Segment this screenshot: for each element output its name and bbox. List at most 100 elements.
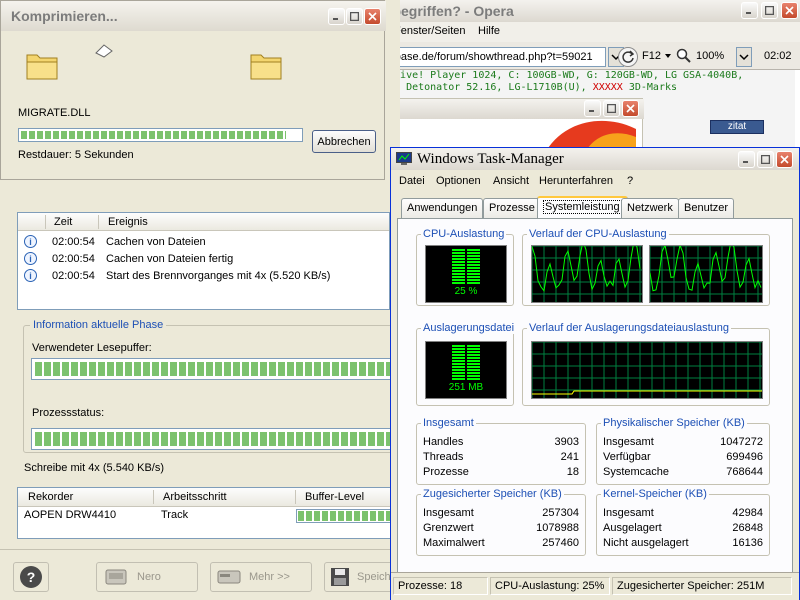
totals-frame: Insgesamt Handles 3903 Threads 241 Prozess… (416, 417, 586, 485)
nero-button[interactable]: Nero (96, 562, 198, 592)
maximize-icon (350, 12, 359, 21)
tm-close-button[interactable] (776, 151, 793, 168)
menu-herunterfahren[interactable]: Herunterfahren (539, 175, 613, 187)
task-manager-title-bar: Windows Task-Manager (391, 148, 799, 170)
reload-button[interactable] (618, 47, 638, 67)
dialog-close-button[interactable] (364, 8, 381, 25)
address-field[interactable]: erbase.de/forum/showthread.php?t=59021 (380, 47, 606, 67)
meter-segment (452, 369, 465, 371)
search-engine-label[interactable]: F12 (642, 50, 661, 62)
dialog-maximize-button[interactable] (346, 8, 363, 25)
col-step[interactable]: Arbeitsschritt (163, 491, 227, 503)
cpu-history-graph-0 (531, 239, 643, 303)
cpu-usage-frame: CPU-Auslastung 25 % (416, 228, 514, 306)
clock: 02:02 (764, 50, 792, 62)
col-buffer[interactable]: Buffer-Level (305, 491, 364, 503)
zoom-level[interactable]: 100% (696, 50, 724, 62)
target-folder-icon (250, 54, 282, 80)
tab-prozesse[interactable]: Prozesse (483, 198, 541, 218)
tm-minimize-button[interactable] (738, 151, 755, 168)
cpu-history-line (649, 239, 762, 292)
dialog-minimize-button[interactable] (328, 8, 345, 25)
tab-systemleistung[interactable]: Systemleistung (537, 196, 628, 219)
nero-app-icon (105, 569, 127, 585)
tab-benutzer[interactable]: Benutzer (678, 198, 735, 218)
save-button-label: Speich (357, 571, 391, 583)
minimize-icon (746, 12, 751, 14)
performance-tab-page: CPU-Auslastung 25 % Verlauf der CPU-Ausl… (397, 218, 793, 573)
save-button[interactable]: Speich (324, 562, 400, 592)
zoom-dropdown[interactable] (736, 47, 752, 67)
recorder-row[interactable]: AOPEN DRW4410 Track (18, 508, 396, 524)
compress-dialog: Komprimieren... MIGRATE.DLL Abbrechen Re… (0, 0, 386, 180)
meter-segment (467, 354, 480, 356)
remaining-time: Restdauer: 5 Sekunden (18, 149, 134, 161)
meter-segment (452, 279, 465, 281)
info-icon: i (24, 269, 37, 282)
stat-value: 1078988 (536, 522, 579, 534)
minimize-button[interactable] (584, 100, 601, 117)
help-button[interactable]: ? (13, 562, 49, 592)
opera-address-toolbar: erbase.de/forum/showthread.php?t=59021 F… (380, 42, 800, 70)
flying-paper-icon (95, 44, 113, 58)
pagefile-history-plot (531, 341, 762, 398)
menu-optionen[interactable]: Optionen (436, 175, 481, 187)
col-time[interactable]: Zeit (54, 216, 72, 228)
meter-segment (467, 255, 480, 257)
cancel-button[interactable]: Abbrechen (312, 130, 376, 153)
write-status: Schreibe mit 4x (5.540 KB/s) (24, 462, 165, 474)
cpu-history-graph-1 (649, 239, 763, 303)
meter-segment (467, 249, 480, 251)
compress-progress-fill (21, 131, 287, 139)
stat-row: Insgesamt 257304 (423, 507, 579, 522)
menu-item-hilfe[interactable]: Hilfe (478, 25, 500, 37)
meter-segment (467, 276, 480, 278)
recorder-list-header: Rekorder Arbeitsschritt Buffer-Level (18, 488, 394, 507)
maximize-button[interactable] (603, 100, 620, 117)
col-recorder[interactable]: Rekorder (28, 491, 73, 503)
menu-help[interactable]: ? (627, 175, 633, 187)
opera-close-button[interactable] (781, 2, 798, 19)
menu-item-fenster[interactable]: Fenster/Seiten (394, 25, 466, 37)
commit-memory-label: Zugesicherter Speicher (KB) (421, 488, 564, 500)
tm-maximize-button[interactable] (757, 151, 774, 168)
quote-button[interactable]: zitat (710, 120, 764, 134)
reload-icon (622, 50, 635, 63)
status-commit: Zugesicherter Speicher: 251M (612, 577, 792, 595)
stat-row: Grenzwert 1078988 (423, 522, 579, 537)
tab-anwendungen[interactable]: Anwendungen (401, 198, 484, 218)
minimize-icon (333, 18, 338, 20)
col-event[interactable]: Ereignis (108, 216, 148, 228)
meter-segment (467, 258, 480, 260)
meter-segment (452, 351, 465, 353)
meter-segment (467, 345, 480, 347)
stat-key: Insgesamt (423, 507, 474, 519)
meter-segment (452, 360, 465, 362)
nero-window: Zeit Ereignis i 02:00:54 Cachen von Date… (0, 0, 400, 600)
column-divider (153, 490, 154, 504)
more-button[interactable]: Mehr >> (210, 562, 312, 592)
background-window (385, 98, 644, 151)
opera-maximize-button[interactable] (761, 2, 778, 19)
menu-ansicht[interactable]: Ansicht (493, 175, 529, 187)
process-progress-fill (35, 432, 393, 446)
minimize-icon (589, 110, 594, 112)
log-row: i 02:00:54 Cachen von Dateien (18, 234, 389, 251)
stat-row: Verfügbar 699496 (603, 451, 763, 466)
stat-value: 257304 (542, 507, 579, 519)
meter-segment (452, 276, 465, 278)
tab-netzwerk[interactable]: Netzwerk (621, 198, 679, 218)
stat-row: Prozesse 18 (423, 466, 579, 481)
stat-row: Systemcache 768644 (603, 466, 763, 481)
opera-minimize-button[interactable] (741, 2, 758, 19)
close-icon (368, 12, 377, 21)
close-button[interactable] (622, 100, 639, 117)
dropdown-arrow-icon[interactable] (664, 49, 672, 63)
info-icon: i (24, 252, 37, 265)
menu-datei[interactable]: Datei (399, 175, 425, 187)
stat-row: Threads 241 (423, 451, 579, 466)
meter-segment (452, 357, 465, 359)
phase-group: Information aktuelle Phase Verwendeter L… (23, 319, 397, 453)
stat-value: 3903 (554, 436, 579, 448)
buffer-progress (31, 358, 397, 380)
